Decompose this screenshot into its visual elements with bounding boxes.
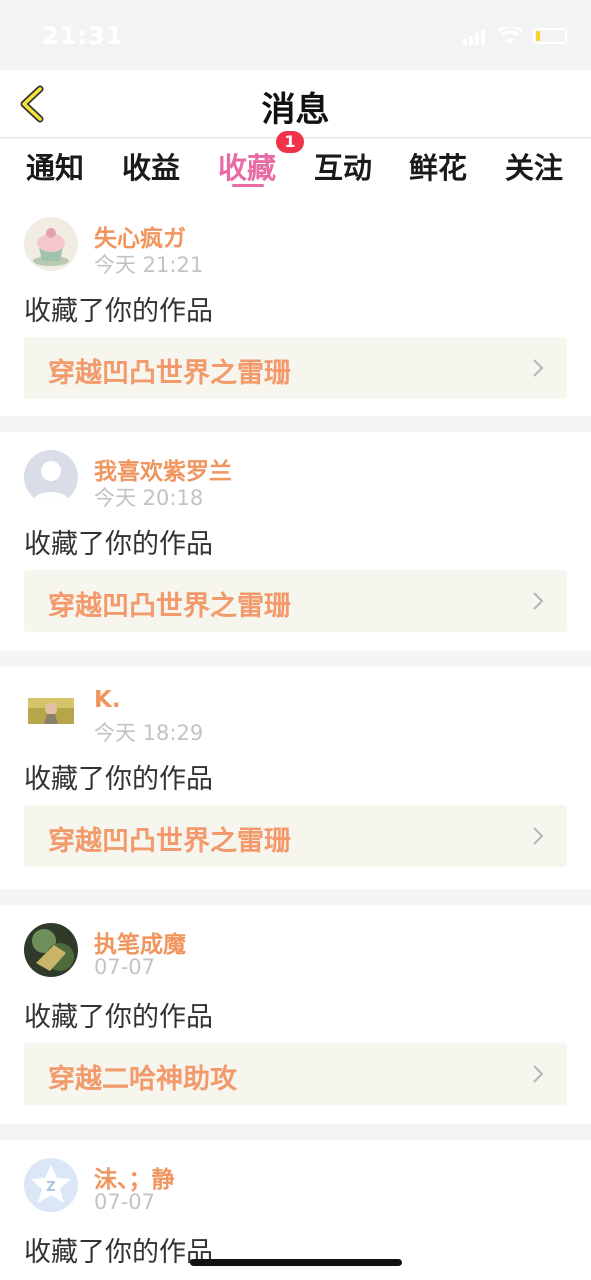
chevron-right-icon	[533, 1065, 544, 1083]
user-name[interactable]: 我喜欢紫罗兰	[94, 452, 232, 486]
user-name[interactable]: 沫、；静	[94, 1160, 175, 1194]
notification-item: 失心疯ガ 今天 21:21 收藏了你的作品 穿越凹凸世界之雷珊	[0, 199, 591, 416]
cupcake-avatar[interactable]	[24, 217, 78, 271]
tab-follow[interactable]: 关注	[499, 145, 569, 187]
tab-notice[interactable]: 通知	[20, 145, 90, 187]
action-text: 收藏了你的作品	[24, 764, 213, 795]
wifi-icon	[497, 26, 523, 44]
action-text: 收藏了你的作品	[24, 529, 213, 560]
timestamp: 07-07	[94, 1190, 156, 1214]
notification-item: K. 今天 18:29 收藏了你的作品 穿越凹凸世界之雷珊	[0, 667, 591, 889]
work-link[interactable]: 穿越凹凸世界之雷珊	[24, 805, 567, 867]
photo-avatar[interactable]	[24, 685, 78, 739]
work-title: 穿越二哈神助攻	[48, 1064, 237, 1095]
status-time: 21:31	[42, 22, 124, 50]
user-name[interactable]: K.	[94, 687, 121, 713]
timestamp: 07-07	[94, 955, 156, 979]
user-name[interactable]: 执笔成魔	[94, 925, 186, 959]
work-title: 穿越凹凸世界之雷珊	[48, 591, 291, 622]
svg-text:Z: Z	[46, 1180, 55, 1195]
user-name[interactable]: 失心疯ガ	[94, 219, 186, 253]
qq-avatar[interactable]: Z	[24, 1158, 78, 1212]
tab-interaction[interactable]: 互动	[308, 145, 378, 187]
notification-list: 失心疯ガ 今天 21:21 收藏了你的作品 穿越凹凸世界之雷珊 我喜欢紫罗兰 今…	[0, 199, 591, 1280]
favorites-badge: 1	[276, 131, 304, 153]
work-link[interactable]: 穿越二哈神助攻	[24, 1043, 567, 1105]
home-indicator[interactable]	[190, 1259, 402, 1266]
default-avatar[interactable]	[24, 450, 78, 504]
timestamp: 今天 20:18	[94, 486, 204, 510]
signal-icon	[463, 26, 487, 45]
chevron-right-icon	[533, 359, 544, 377]
tab-favorites[interactable]: 收藏	[212, 145, 282, 187]
work-link[interactable]: 穿越凹凸世界之雷珊	[24, 570, 567, 632]
action-text: 收藏了你的作品	[24, 1002, 213, 1033]
chevron-right-icon	[533, 592, 544, 610]
active-tab-indicator	[232, 184, 264, 187]
notification-item: 执笔成魔 07-07 收藏了你的作品 穿越二哈神助攻	[0, 905, 591, 1124]
action-text: 收藏了你的作品	[24, 296, 213, 327]
chevron-right-icon	[533, 827, 544, 845]
status-bar: 21:31	[0, 0, 591, 70]
battery-icon	[533, 27, 567, 44]
page-title: 消息	[261, 90, 330, 130]
work-link[interactable]: 穿越凹凸世界之雷珊	[24, 337, 567, 399]
nav-bar: 消息	[0, 70, 591, 138]
tab-earnings[interactable]: 收益	[116, 145, 186, 187]
illustration-avatar[interactable]	[24, 923, 78, 977]
timestamp: 今天 21:21	[94, 253, 204, 277]
action-text: 收藏了你的作品	[24, 1237, 213, 1268]
work-title: 穿越凹凸世界之雷珊	[48, 358, 291, 389]
status-icons	[463, 26, 567, 45]
timestamp: 今天 18:29	[94, 721, 204, 745]
tab-flowers[interactable]: 鲜花	[403, 145, 473, 187]
work-title: 穿越凹凸世界之雷珊	[48, 826, 291, 857]
notification-item: 我喜欢紫罗兰 今天 20:18 收藏了你的作品 穿越凹凸世界之雷珊	[0, 432, 591, 651]
